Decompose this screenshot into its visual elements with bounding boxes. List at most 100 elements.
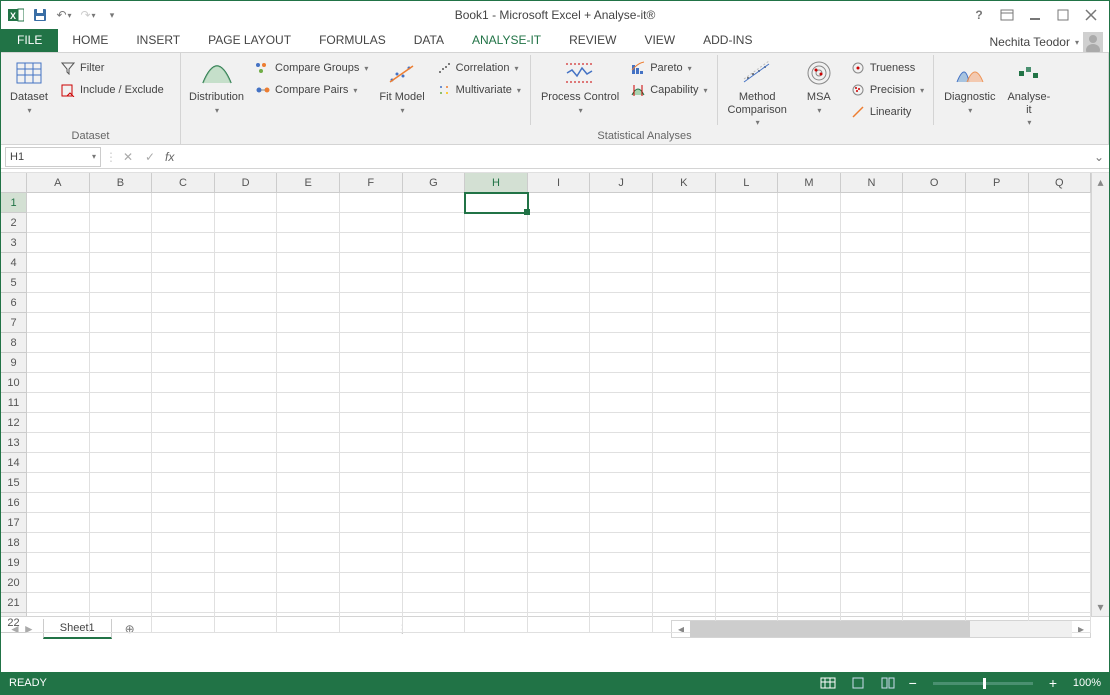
cell[interactable] — [152, 533, 215, 553]
cell[interactable] — [653, 413, 716, 433]
row-header[interactable]: 21 — [1, 593, 26, 613]
cell[interactable] — [152, 493, 215, 513]
cell[interactable] — [465, 533, 528, 553]
row-header[interactable]: 8 — [1, 333, 26, 353]
method-comparison-button[interactable]: Method Comparison ▾ — [724, 55, 791, 129]
cell[interactable] — [403, 213, 466, 233]
row-header[interactable]: 7 — [1, 313, 26, 333]
cell[interactable] — [778, 373, 841, 393]
cell[interactable] — [966, 493, 1029, 513]
cell[interactable] — [841, 333, 904, 353]
cell[interactable] — [1029, 413, 1092, 433]
cell[interactable] — [215, 553, 278, 573]
cell[interactable] — [778, 333, 841, 353]
cell[interactable] — [903, 413, 966, 433]
correlation-button[interactable]: Correlation▾ — [433, 57, 524, 79]
cell[interactable] — [778, 253, 841, 273]
cell[interactable] — [215, 513, 278, 533]
cell[interactable] — [152, 453, 215, 473]
cell[interactable] — [653, 373, 716, 393]
cell[interactable] — [716, 493, 779, 513]
cell[interactable] — [778, 513, 841, 533]
cell[interactable] — [215, 413, 278, 433]
cell[interactable] — [27, 613, 90, 633]
cell[interactable] — [152, 213, 215, 233]
row-header[interactable]: 22 — [1, 613, 26, 633]
cell[interactable] — [1029, 193, 1092, 213]
cell[interactable] — [653, 313, 716, 333]
cell[interactable] — [716, 313, 779, 333]
cell[interactable] — [215, 433, 278, 453]
cell[interactable] — [590, 253, 653, 273]
cell[interactable] — [590, 213, 653, 233]
cell[interactable] — [653, 533, 716, 553]
cell[interactable] — [966, 593, 1029, 613]
cell[interactable] — [340, 573, 403, 593]
cell[interactable] — [277, 333, 340, 353]
multivariate-button[interactable]: Multivariate▾ — [433, 79, 524, 101]
cell[interactable] — [27, 253, 90, 273]
cell[interactable] — [966, 193, 1029, 213]
cell[interactable] — [1029, 513, 1092, 533]
cell[interactable] — [403, 493, 466, 513]
cell[interactable] — [403, 593, 466, 613]
cell[interactable] — [716, 213, 779, 233]
cell[interactable] — [716, 593, 779, 613]
cell[interactable] — [903, 513, 966, 533]
cell[interactable] — [778, 593, 841, 613]
cell[interactable] — [27, 533, 90, 553]
cell[interactable] — [465, 593, 528, 613]
cell[interactable] — [716, 433, 779, 453]
cell[interactable] — [465, 253, 528, 273]
column-header[interactable]: B — [90, 173, 153, 192]
name-box[interactable]: H1 ▾ — [5, 147, 101, 167]
row-header[interactable]: 3 — [1, 233, 26, 253]
cell[interactable] — [590, 453, 653, 473]
cell[interactable] — [465, 233, 528, 253]
cell[interactable] — [778, 573, 841, 593]
cell[interactable] — [903, 293, 966, 313]
cell[interactable] — [653, 553, 716, 573]
cell[interactable] — [340, 453, 403, 473]
cell[interactable] — [27, 433, 90, 453]
filter-button[interactable]: Filter — [57, 57, 167, 79]
cell[interactable] — [1029, 313, 1092, 333]
cell[interactable] — [966, 553, 1029, 573]
column-header[interactable]: H — [465, 173, 528, 192]
cell[interactable] — [966, 293, 1029, 313]
cell[interactable] — [277, 433, 340, 453]
cell[interactable] — [1029, 593, 1092, 613]
cell[interactable] — [966, 253, 1029, 273]
cell[interactable] — [841, 553, 904, 573]
cell[interactable] — [27, 573, 90, 593]
cell[interactable] — [653, 513, 716, 533]
cell[interactable] — [277, 373, 340, 393]
cell[interactable] — [653, 393, 716, 413]
cell[interactable] — [90, 493, 153, 513]
cell[interactable] — [778, 533, 841, 553]
cell[interactable] — [528, 613, 591, 633]
cell[interactable] — [27, 453, 90, 473]
cell[interactable] — [590, 373, 653, 393]
cell[interactable] — [27, 293, 90, 313]
cell[interactable] — [841, 473, 904, 493]
cell[interactable] — [716, 293, 779, 313]
cell[interactable] — [465, 573, 528, 593]
tab-analyse-it[interactable]: ANALYSE-IT — [458, 28, 555, 52]
tab-view[interactable]: VIEW — [630, 28, 689, 52]
cell[interactable] — [215, 293, 278, 313]
column-header[interactable]: E — [277, 173, 340, 192]
cell[interactable] — [90, 573, 153, 593]
cell[interactable] — [590, 273, 653, 293]
cell[interactable] — [590, 573, 653, 593]
cell[interactable] — [465, 373, 528, 393]
cell[interactable] — [1029, 253, 1092, 273]
formula-input[interactable] — [178, 147, 1089, 167]
cell[interactable] — [653, 333, 716, 353]
cell[interactable] — [528, 213, 591, 233]
help-icon[interactable]: ? — [967, 5, 991, 25]
row-header[interactable]: 16 — [1, 493, 26, 513]
cell[interactable] — [403, 533, 466, 553]
cell[interactable] — [903, 213, 966, 233]
cell[interactable] — [1029, 393, 1092, 413]
